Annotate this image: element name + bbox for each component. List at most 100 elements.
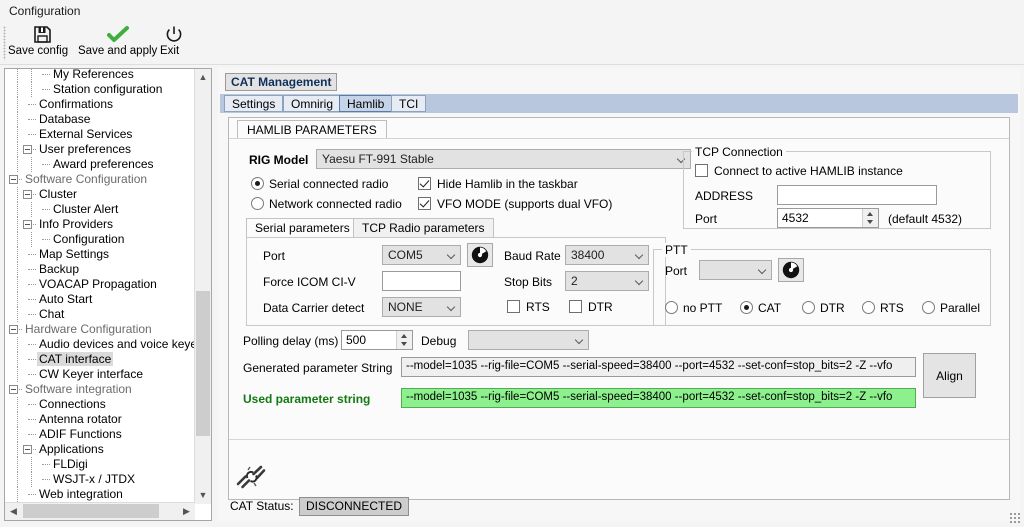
tree-hscroll-thumb[interactable] <box>23 504 159 518</box>
tree-item[interactable]: Audio devices and voice keyer <box>5 337 195 352</box>
tree-item[interactable]: User preferences <box>5 142 195 157</box>
tab-tci[interactable]: TCI <box>391 95 427 112</box>
polling-delay-spinner[interactable]: 500 <box>341 330 413 350</box>
tree-item[interactable]: Database <box>5 112 195 127</box>
tree-elbow <box>28 404 36 405</box>
radio-network-connected-radio[interactable]: Network connected radio <box>251 197 402 211</box>
ptt-port-refresh-button[interactable] <box>778 258 804 282</box>
checkbox-connect-active-hamlib[interactable]: Connect to active HAMLIB instance <box>695 164 903 178</box>
tree-vertical-scrollbar[interactable]: ▲ ▼ <box>194 69 211 504</box>
tree-item-label: Hardware Configuration <box>25 322 152 336</box>
ptt-port-label: Port <box>665 264 688 278</box>
tree-expander-icon[interactable] <box>23 220 32 229</box>
tab-hamlib-parameters[interactable]: HAMLIB PARAMETERS <box>237 120 387 138</box>
tree-item[interactable]: VOACAP Propagation <box>5 277 195 292</box>
tree-item[interactable]: My References <box>5 69 195 82</box>
serial-port-refresh-button[interactable] <box>467 243 493 267</box>
tree-item[interactable]: Confirmations <box>5 97 195 112</box>
checkbox-vfo-mode[interactable]: VFO MODE (supports dual VFO) <box>418 197 612 211</box>
radio-ptt-dtr[interactable]: DTR <box>802 301 845 315</box>
tree-item[interactable]: Software integration <box>5 382 195 397</box>
serial-port-combo[interactable]: COM5 <box>382 245 461 265</box>
tab-omnirig[interactable]: Omnirig <box>283 95 342 112</box>
tree-item[interactable]: Antenna rotator <box>5 412 195 427</box>
align-button[interactable]: Align <box>923 353 976 398</box>
tcp-connection-group-label: TCP Connection <box>692 145 786 159</box>
scroll-down-icon[interactable]: ▼ <box>195 487 211 504</box>
tab-serial-parameters[interactable]: Serial parameters <box>246 218 359 238</box>
exit-button[interactable]: Exit <box>160 24 188 62</box>
tree-item[interactable]: Info Providers <box>5 217 195 232</box>
scroll-left-icon[interactable]: ◀ <box>5 503 22 520</box>
window-resize-grip[interactable] <box>1009 512 1021 524</box>
tab-hamlib[interactable]: Hamlib <box>339 95 393 112</box>
tree-item[interactable]: FLDigi <box>5 457 195 472</box>
radio-ptt-cat[interactable]: CAT <box>740 301 781 315</box>
tree-item[interactable]: Applications <box>5 442 195 457</box>
tab-tcp-radio-parameters[interactable]: TCP Radio parameters <box>353 218 494 238</box>
tree-expander-icon[interactable] <box>23 145 32 154</box>
main-toolbar: Save config Save and apply Exit <box>0 22 1024 65</box>
tree-item[interactable]: Backup <box>5 262 195 277</box>
tree-item-label: CAT interface <box>37 352 114 366</box>
stop-bits-combo[interactable]: 2 <box>565 271 649 291</box>
save-config-button[interactable]: Save config <box>8 24 76 62</box>
ptt-group-label: PTT <box>662 243 691 257</box>
tcp-port-spinner[interactable]: 4532 <box>777 208 879 228</box>
spinner-buttons[interactable] <box>862 209 878 227</box>
tree-item[interactable]: Web integration <box>5 487 195 502</box>
checkbox-rts[interactable]: RTS <box>507 300 550 314</box>
tree-item-label: VOACAP Propagation <box>39 277 157 291</box>
tree-item[interactable]: Chat <box>5 307 195 322</box>
tree-item[interactable]: Cluster Alert <box>5 202 195 217</box>
data-carrier-detect-combo[interactable]: NONE <box>382 297 461 317</box>
tree-item[interactable]: CW Keyer interface <box>5 367 195 382</box>
checkbox-hide-hamlib-taskbar[interactable]: Hide Hamlib in the taskbar <box>418 177 578 191</box>
tree-horizontal-scrollbar[interactable]: ◀ ▶ <box>5 502 195 520</box>
tree-item-label: Cluster Alert <box>53 202 119 216</box>
tree-item[interactable]: CAT interface <box>5 352 195 367</box>
tree-item[interactable]: Map Settings <box>5 247 195 262</box>
tree-expander-icon[interactable] <box>23 190 32 199</box>
spinner-buttons[interactable] <box>396 331 412 349</box>
tree-item[interactable]: WSJT-x / JTDX <box>5 472 195 487</box>
status-bar: CAT Status: DISCONNECTED <box>228 497 1010 516</box>
tree-item[interactable]: Station configuration <box>5 82 195 97</box>
rig-model-combo[interactable]: Yaesu FT-991 Stable <box>316 149 691 169</box>
tree-item-label: Applications <box>39 442 104 456</box>
tcp-address-input[interactable] <box>777 185 937 205</box>
tree-expander-icon[interactable] <box>9 385 18 394</box>
scroll-right-icon[interactable]: ▶ <box>178 503 195 520</box>
tree-item[interactable]: Hardware Configuration <box>5 322 195 337</box>
tree-item[interactable]: Configuration <box>5 232 195 247</box>
force-icom-civ-input[interactable] <box>382 271 461 291</box>
tree-guide-line <box>31 157 32 172</box>
tree-item[interactable]: External Services <box>5 127 195 142</box>
radio-serial-connected-radio[interactable]: Serial connected radio <box>251 177 388 191</box>
used-parameter-string[interactable]: --model=1035 --rig-file=COM5 --serial-sp… <box>401 388 916 408</box>
debug-combo[interactable] <box>468 330 589 350</box>
baud-rate-combo[interactable]: 38400 <box>565 245 649 265</box>
save-and-apply-button[interactable]: Save and apply <box>78 24 158 62</box>
tree-item[interactable]: Cluster <box>5 187 195 202</box>
tab-settings[interactable]: Settings <box>224 95 284 112</box>
tree-item[interactable]: Software Configuration <box>5 172 195 187</box>
tree-expander-icon[interactable] <box>9 175 18 184</box>
tree-expander-icon[interactable] <box>9 325 18 334</box>
checkbox-dtr[interactable]: DTR <box>569 300 613 314</box>
configuration-tree[interactable]: My References Station configuration Confir… <box>5 69 195 502</box>
toolbar-drag-handle[interactable] <box>3 26 6 60</box>
tree-item[interactable]: Auto Start <box>5 292 195 307</box>
tree-item[interactable]: Award preferences <box>5 157 195 172</box>
radio-no-ptt[interactable]: no PTT <box>665 301 722 315</box>
tree-guide-line <box>17 157 18 172</box>
radio-ptt-rts[interactable]: RTS <box>862 301 904 315</box>
power-icon <box>160 24 188 44</box>
tree-item[interactable]: ADIF Functions <box>5 427 195 442</box>
ptt-port-combo[interactable] <box>699 260 772 280</box>
tree-vscroll-thumb[interactable] <box>196 291 210 436</box>
tree-item[interactable]: Connections <box>5 397 195 412</box>
tree-expander-icon[interactable] <box>23 445 32 454</box>
radio-ptt-parallel[interactable]: Parallel <box>922 301 980 315</box>
scroll-up-icon[interactable]: ▲ <box>195 69 211 86</box>
